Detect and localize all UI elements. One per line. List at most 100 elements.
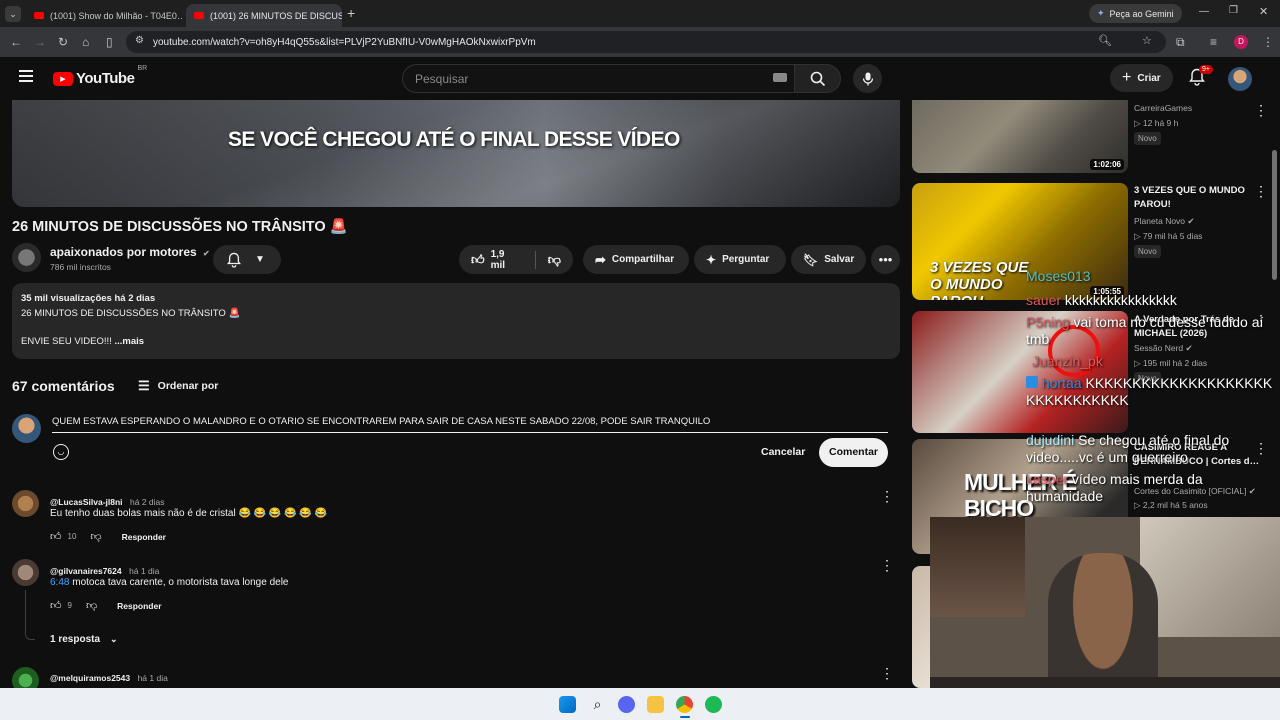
comment-time[interactable]: há 2 dias bbox=[130, 497, 165, 507]
site-info-icon[interactable]: ⚙ bbox=[135, 35, 144, 46]
comment-time[interactable]: há 1 dia bbox=[138, 673, 168, 683]
search-icon[interactable]: ⌕ bbox=[589, 696, 606, 713]
cancel-button[interactable]: Cancelar bbox=[761, 446, 805, 458]
home-icon[interactable]: ⌂ bbox=[82, 35, 89, 49]
extensions-icon[interactable]: ⧉ bbox=[1176, 35, 1185, 49]
chat-message: kasper vídeo mais merda da humanidade bbox=[1026, 471, 1258, 505]
commenter-avatar[interactable] bbox=[12, 490, 39, 517]
sidebar-menu-icon[interactable]: ⋮ bbox=[1254, 184, 1268, 198]
split-view-icon[interactable]: ▯ bbox=[106, 35, 113, 49]
sidebar-channel[interactable]: CarreiraGames bbox=[1134, 103, 1192, 113]
comment-time[interactable]: há 1 dia bbox=[129, 566, 159, 576]
new-tab-button[interactable]: + bbox=[347, 5, 355, 21]
video-player[interactable]: SE VOCÊ CHEGOU ATÉ O FINAL DESSE VÍDEO bbox=[12, 100, 900, 207]
submit-comment-button[interactable]: Comentar bbox=[819, 438, 888, 467]
minimize-button[interactable]: — bbox=[1199, 6, 1209, 17]
browser-tab-show-do-milhao[interactable]: (1001) Show do Milhão - T04E0… ✕ bbox=[26, 4, 183, 27]
windows-start-icon[interactable] bbox=[559, 696, 576, 713]
close-window-button[interactable]: ✕ bbox=[1259, 5, 1268, 18]
description-box[interactable]: 35 mil visualizações há 2 dias 26 MINUTO… bbox=[12, 283, 900, 359]
youtube-logo[interactable]: ▶ YouTube BR bbox=[53, 65, 147, 87]
maximize-button[interactable]: ❐ bbox=[1229, 5, 1238, 16]
thumbs-down-icon[interactable]: 👎︎ bbox=[90, 530, 101, 543]
file-explorer-icon[interactable] bbox=[647, 696, 664, 713]
keyboard-icon[interactable] bbox=[773, 73, 787, 82]
sidebar-video-thumbnail[interactable]: 3 VEZES QUE O MUNDO PAROU 1:05:55 bbox=[912, 183, 1128, 300]
reply-button[interactable]: Responder bbox=[122, 532, 166, 542]
sidebar-channel[interactable]: Planeta Novo ✔ bbox=[1134, 216, 1195, 227]
sidebar-scrollbar[interactable] bbox=[1272, 150, 1277, 280]
like-divider bbox=[535, 250, 536, 269]
channel-name[interactable]: apaixonados por motores ✔ bbox=[50, 245, 210, 259]
url-text: youtube.com/watch?v=oh8yH4qQ55s&list=PLV… bbox=[153, 36, 536, 48]
more-actions-button[interactable]: ••• bbox=[871, 245, 900, 274]
account-avatar[interactable] bbox=[1228, 67, 1252, 91]
bookmark-star-icon[interactable]: ☆ bbox=[1142, 34, 1152, 47]
browser-tab-26-minutos[interactable]: (1001) 26 MINUTOS DE DISCUS… ✕ bbox=[186, 4, 342, 27]
thumbs-up-icon[interactable]: 👍︎ bbox=[50, 530, 62, 543]
sort-button[interactable]: ☰ Ordenar por bbox=[138, 378, 218, 394]
like-button[interactable]: 👍︎ 1,9 mil 👎︎ bbox=[459, 245, 573, 274]
reload-icon[interactable]: ↻ bbox=[58, 35, 68, 49]
comment-menu-icon[interactable]: ⋮ bbox=[880, 666, 894, 680]
comment-like-count: 9 bbox=[67, 601, 72, 610]
chat-badge-icon bbox=[1026, 376, 1038, 388]
webcam-poster-right bbox=[1140, 517, 1280, 637]
sidebar-meta: ▷ 195 mil há 2 dias bbox=[1134, 358, 1208, 368]
discord-icon[interactable] bbox=[618, 696, 635, 713]
region-code: BR bbox=[137, 65, 148, 72]
hamburger-menu-icon[interactable] bbox=[19, 70, 33, 82]
notifications-button[interactable]: 9+ bbox=[1189, 65, 1213, 91]
reply-button[interactable]: Responder bbox=[117, 601, 161, 611]
chrome-icon[interactable] bbox=[676, 696, 693, 713]
search-input[interactable]: Pesquisar bbox=[402, 64, 795, 93]
comment-author[interactable]: @melquiramos2543 bbox=[50, 673, 130, 683]
comments-count: 67 comentários bbox=[12, 378, 115, 394]
back-arrow-icon[interactable]: ← bbox=[10, 35, 22, 49]
comment-author[interactable]: @gilvanaires7624 bbox=[50, 566, 122, 576]
thumbs-down-icon[interactable]: 👎︎ bbox=[86, 599, 97, 612]
sidebar-channel-text: Planeta Novo bbox=[1134, 216, 1186, 226]
comment-input[interactable]: QUEM ESTAVA ESPERANDO O MALANDRO E O OTA… bbox=[52, 412, 888, 433]
chat-message: sauer kkkkkkkkkkkkkkkk bbox=[1026, 292, 1177, 309]
show-replies-button[interactable]: 1 resposta ⌄ bbox=[50, 634, 118, 645]
comment-menu-icon[interactable]: ⋮ bbox=[880, 558, 894, 572]
ask-button[interactable]: ✦ Perguntar bbox=[694, 245, 786, 274]
youtube-header: ▶ YouTube BR Pesquisar + Criar 9+ bbox=[0, 57, 1280, 100]
commenter-avatar[interactable] bbox=[12, 559, 39, 586]
sidebar-video-thumbnail[interactable]: 1:02:06 bbox=[912, 100, 1128, 173]
channel-avatar[interactable] bbox=[12, 243, 41, 272]
gemini-button[interactable]: ✦ Peça ao Gemini bbox=[1089, 4, 1182, 23]
chat-username: hortaa bbox=[1041, 375, 1082, 391]
comment-timestamp-link[interactable]: 6:48 bbox=[50, 577, 69, 588]
comment-author[interactable]: @LucasSilva-jl8ni bbox=[50, 497, 123, 507]
tab-search-button[interactable]: ⌄ bbox=[5, 6, 21, 22]
bell-icon bbox=[227, 252, 241, 268]
voice-search-button[interactable] bbox=[853, 64, 882, 93]
sidebar-menu-icon[interactable]: ⋮ bbox=[1254, 103, 1268, 117]
youtube-favicon-icon bbox=[34, 12, 44, 19]
address-bar[interactable]: ⚙ youtube.com/watch?v=oh8yH4qQ55s&list=P… bbox=[126, 31, 1166, 53]
thumbs-up-icon: 👍︎ bbox=[471, 251, 485, 267]
thumbs-down-icon[interactable]: 👎︎ bbox=[548, 252, 561, 268]
comment-menu-icon[interactable]: ⋮ bbox=[880, 489, 894, 503]
forward-arrow-icon[interactable]: → bbox=[34, 35, 46, 49]
spotify-icon[interactable] bbox=[705, 696, 722, 713]
profile-avatar[interactable]: D bbox=[1234, 35, 1248, 49]
reading-list-icon[interactable]: ≡ bbox=[1210, 35, 1217, 49]
share-label: Compartilhar bbox=[611, 254, 675, 265]
tab-title: (1001) Show do Milhão - T04E0… bbox=[50, 10, 183, 21]
create-button[interactable]: + Criar bbox=[1110, 64, 1173, 92]
sort-label: Ordenar por bbox=[157, 380, 219, 392]
save-button[interactable]: 🔖︎ Salvar bbox=[791, 245, 866, 274]
replies-count: 1 resposta bbox=[50, 634, 101, 645]
sidebar-title[interactable]: 3 VEZES QUE O MUNDO PAROU! bbox=[1134, 184, 1260, 212]
share-button[interactable]: ➦ Compartilhar bbox=[583, 245, 689, 274]
thumbs-up-icon[interactable]: 👍︎ bbox=[50, 599, 62, 612]
show-more-link[interactable]: ...mais bbox=[114, 336, 144, 347]
subscribed-notifications-button[interactable]: ▼ bbox=[213, 245, 281, 274]
zoom-icon[interactable]: 🔍︎ bbox=[1098, 34, 1112, 47]
search-button[interactable] bbox=[795, 64, 841, 93]
browser-menu-icon[interactable]: ⋮ bbox=[1262, 35, 1274, 49]
emoji-button[interactable]: ◡ bbox=[53, 444, 69, 460]
